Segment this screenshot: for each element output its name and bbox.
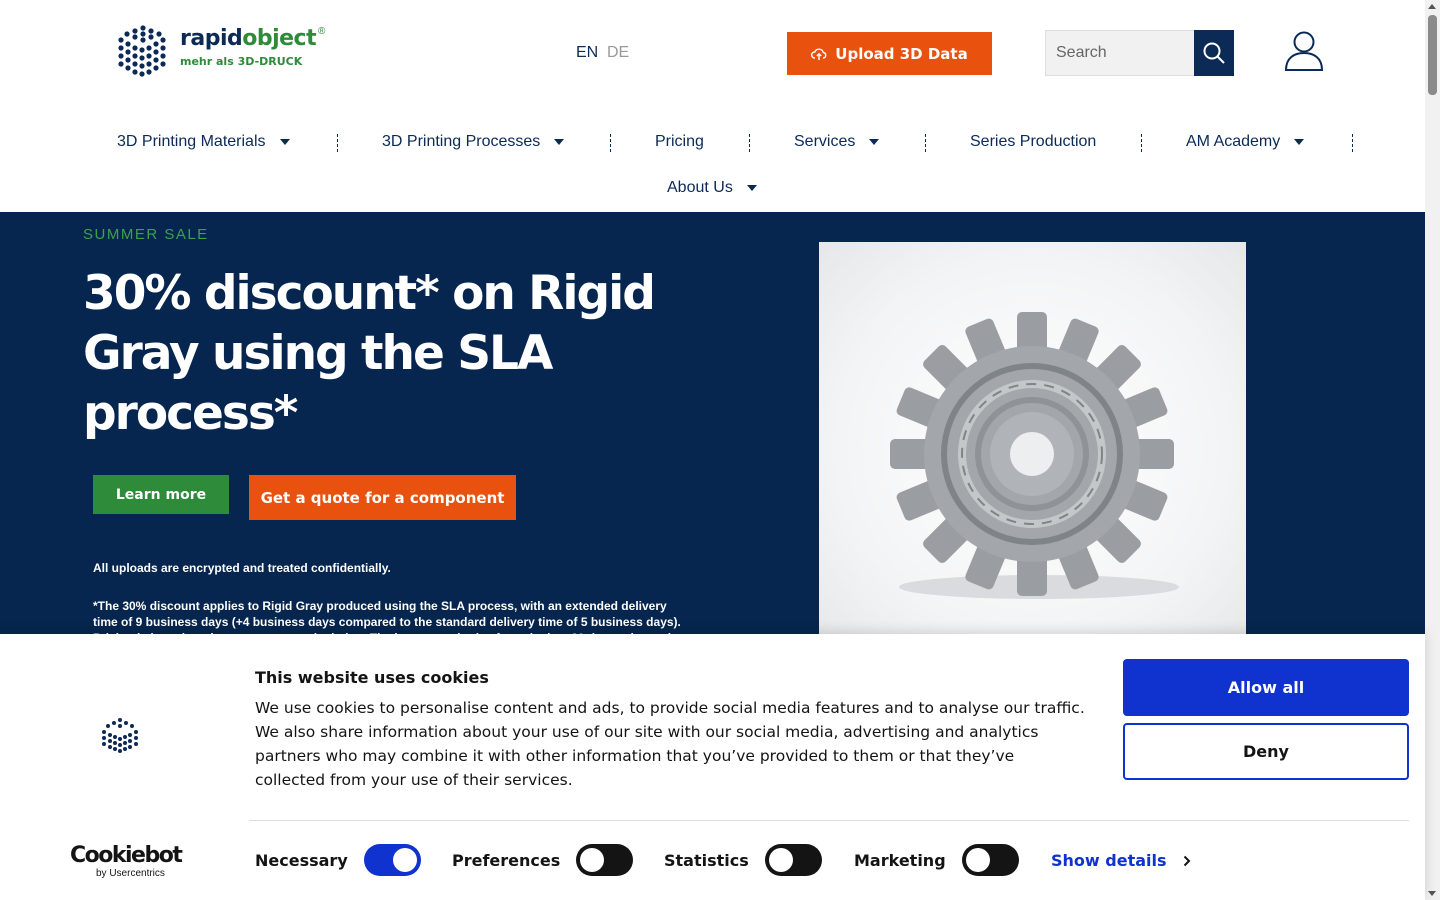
show-details-label: Show details xyxy=(1051,851,1167,870)
caret-down-icon xyxy=(554,139,565,145)
logo-tagline: mehr als 3D-DRUCK xyxy=(180,55,303,68)
toggle-knob xyxy=(580,848,605,872)
hero-banner: SUMMER SALE 30% discount* on Rigid Gray … xyxy=(0,212,1425,652)
nav-divider xyxy=(749,134,750,152)
nav-am-academy[interactable]: AM Academy xyxy=(1186,133,1305,151)
toggle-label: Necessary xyxy=(255,850,348,870)
nav-divider xyxy=(1141,134,1142,152)
cookiebot-byline: by Usercentrics xyxy=(96,868,165,879)
logo-word-a: rapid xyxy=(180,26,243,51)
nav-services[interactable]: Services xyxy=(794,133,880,151)
caret-down-icon xyxy=(279,139,290,145)
show-details-link[interactable]: Show details xyxy=(1051,851,1191,870)
nav-label: Series Production xyxy=(970,133,1097,150)
logo-word-b: object xyxy=(242,26,317,51)
caret-down-icon xyxy=(869,139,880,145)
hero-headline: 30% discount* on Rigid Gray using the SL… xyxy=(83,266,656,441)
search-icon xyxy=(1203,42,1225,64)
nav-label: AM Academy xyxy=(1186,133,1281,150)
cookiebot-wordmark: Cookiebot xyxy=(70,843,183,868)
nav-divider xyxy=(337,134,338,152)
gear-illustration xyxy=(890,312,1179,599)
toggle-knob xyxy=(965,848,990,872)
scrollbar-thumb[interactable] xyxy=(1428,15,1437,95)
learn-more-button[interactable]: Learn more xyxy=(93,475,229,514)
search-button[interactable] xyxy=(1194,30,1234,76)
caret-down-icon xyxy=(746,185,757,191)
search-placeholder: Search xyxy=(1056,44,1107,61)
lang-de-link[interactable]: DE xyxy=(607,44,629,62)
search-input[interactable]: Search xyxy=(1045,30,1195,76)
cloud-upload-icon xyxy=(811,48,827,60)
lang-en-link[interactable]: EN xyxy=(576,44,598,62)
nav-pricing[interactable]: Pricing xyxy=(655,133,704,151)
logo-wordmark: rapidobject xyxy=(180,26,317,51)
get-quote-button[interactable]: Get a quote for a component xyxy=(249,475,516,520)
page-scrollbar[interactable] xyxy=(1425,0,1440,900)
cookiebot-logo[interactable]: Cookiebot by Usercentrics xyxy=(70,843,183,880)
encryption-note: All uploads are encrypted and treated co… xyxy=(93,561,391,575)
statistics-toggle[interactable] xyxy=(764,844,822,876)
toggle-label: Preferences xyxy=(452,850,561,870)
nav-divider xyxy=(1352,134,1353,152)
preferences-toggle-group: Preferences xyxy=(452,844,634,876)
nav-3d-printing-materials[interactable]: 3D Printing Materials xyxy=(117,133,290,151)
cookie-description: We use cookies to personalise content an… xyxy=(255,699,1085,789)
nav-label: Pricing xyxy=(655,133,704,150)
nav-series-production[interactable]: Series Production xyxy=(970,133,1096,151)
site-logo-icon xyxy=(100,716,140,758)
cookie-title: This website uses cookies xyxy=(255,668,489,687)
nav-label: Services xyxy=(794,133,856,150)
marketing-toggle[interactable] xyxy=(961,844,1019,876)
allow-all-button[interactable]: Allow all xyxy=(1123,659,1409,716)
scroll-up-arrow-icon[interactable] xyxy=(1428,4,1436,9)
preferences-toggle[interactable] xyxy=(576,844,634,876)
nav-about-us[interactable]: About Us xyxy=(667,179,757,197)
user-account-icon[interactable] xyxy=(1284,30,1324,72)
caret-down-icon xyxy=(1294,139,1305,145)
deny-button[interactable]: Deny xyxy=(1123,723,1409,780)
hero-eyebrow: SUMMER SALE xyxy=(83,226,209,243)
gear-product-image xyxy=(819,242,1246,652)
nav-3d-printing-processes[interactable]: 3D Printing Processes xyxy=(382,133,565,151)
logo-registered-mark: ® xyxy=(318,26,326,37)
statistics-toggle-group: Statistics xyxy=(664,844,822,876)
nav-divider xyxy=(610,134,611,152)
logo[interactable]: rapidobject ® mehr als 3D-DRUCK xyxy=(114,22,334,82)
logo-cube-icon xyxy=(118,25,166,77)
scroll-down-arrow-icon[interactable] xyxy=(1428,891,1436,896)
cookie-consent-banner: This website uses cookies We use cookies… xyxy=(0,634,1425,900)
upload-button-label: Upload 3D Data xyxy=(835,44,968,63)
cookie-divider xyxy=(249,820,1409,821)
nav-label: 3D Printing Materials xyxy=(117,133,266,150)
chevron-right-icon xyxy=(1183,855,1190,866)
toggle-knob xyxy=(392,848,417,872)
necessary-toggle[interactable] xyxy=(363,844,421,876)
toggle-knob xyxy=(768,848,793,872)
upload-3d-data-button[interactable]: Upload 3D Data xyxy=(787,32,992,75)
nav-label: About Us xyxy=(667,179,733,196)
toggle-label: Marketing xyxy=(854,850,946,870)
toggle-label: Statistics xyxy=(664,850,749,870)
nav-divider xyxy=(925,134,926,152)
marketing-toggle-group: Marketing xyxy=(854,844,1019,876)
necessary-toggle-group: Necessary xyxy=(255,844,421,876)
nav-label: 3D Printing Processes xyxy=(382,133,541,150)
